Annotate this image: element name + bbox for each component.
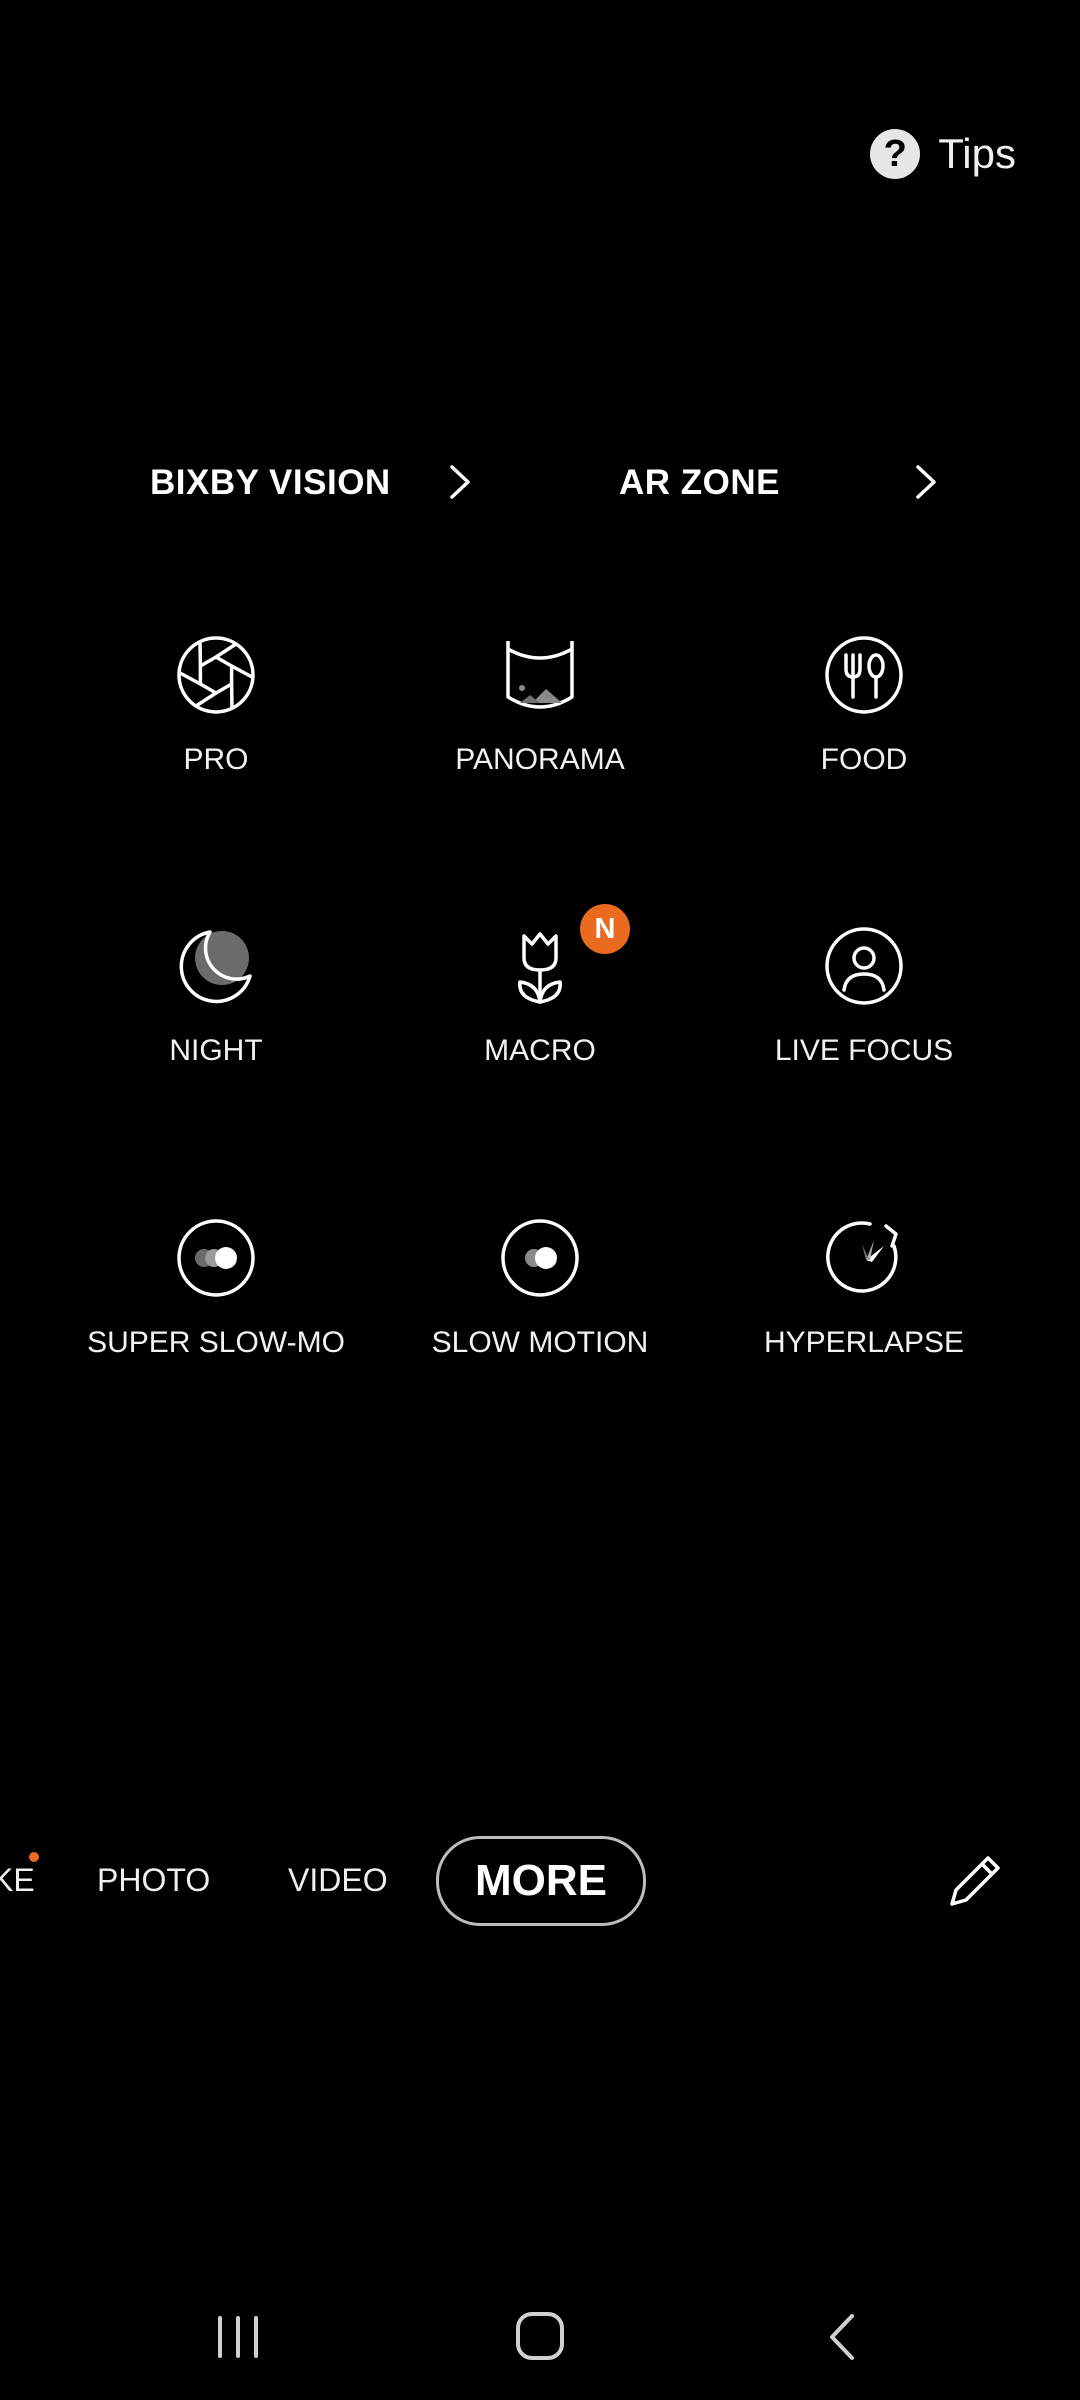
mode-super-slow-mo[interactable]: SUPER SLOW-MO xyxy=(66,1216,366,1416)
modebar-item-partial[interactable]: KE xyxy=(0,1836,40,1924)
hyperlapse-icon xyxy=(826,1221,898,1293)
mode-label: FOOD xyxy=(820,743,908,776)
mode-pro[interactable]: PRO xyxy=(66,633,366,833)
slow-motion-icon xyxy=(501,1219,579,1297)
help-circle-icon: ? xyxy=(870,129,921,179)
panorama-icon xyxy=(506,641,574,709)
mode-label: LIVE FOCUS xyxy=(774,1034,954,1067)
ar-zone-link[interactable]: AR ZONE xyxy=(619,448,939,518)
chevron-right-icon xyxy=(450,465,470,499)
modebar-item-video[interactable]: VIDEO xyxy=(288,1836,388,1924)
modebar-more-label: MORE xyxy=(475,1856,607,1905)
mode-slow-motion[interactable]: SLOW MOTION xyxy=(390,1216,690,1416)
mode-label: HYPERLAPSE xyxy=(763,1326,965,1359)
mode-food[interactable]: FOOD xyxy=(714,633,1014,833)
bixby-vision-link[interactable]: BIXBY VISION xyxy=(150,448,470,518)
modebar-photo-label: PHOTO xyxy=(97,1861,211,1898)
bixby-vision-label: BIXBY VISION xyxy=(150,463,391,502)
mode-label: MACRO xyxy=(484,1034,596,1067)
mode-label: SUPER SLOW-MO xyxy=(87,1326,345,1359)
new-badge: N xyxy=(580,904,630,954)
tips-button[interactable]: ? Tips xyxy=(870,118,1016,190)
chevron-right-icon xyxy=(916,465,936,499)
mode-panorama[interactable]: PANORAMA xyxy=(390,633,690,833)
modebar-item-more[interactable]: MORE xyxy=(436,1836,646,1926)
modebar-item-photo[interactable]: PHOTO xyxy=(97,1836,210,1924)
recents-icon[interactable] xyxy=(214,2314,264,2360)
moon-icon xyxy=(179,930,252,1004)
mode-label: NIGHT xyxy=(169,1034,263,1067)
mode-live-focus[interactable]: LIVE FOCUS xyxy=(714,924,1014,1124)
mode-hyperlapse[interactable]: HYPERLAPSE xyxy=(714,1216,1014,1416)
ar-zone-label: AR ZONE xyxy=(619,463,780,502)
pencil-icon[interactable] xyxy=(942,1848,1008,1914)
tips-label: Tips xyxy=(938,130,1016,177)
mode-label: SLOW MOTION xyxy=(431,1326,649,1359)
flower-icon xyxy=(518,932,562,1004)
modebar-video-label: VIDEO xyxy=(288,1861,388,1898)
new-indicator-dot xyxy=(29,1852,39,1862)
modebar-partial-label: KE xyxy=(0,1861,35,1898)
home-icon[interactable] xyxy=(514,2310,566,2362)
mode-label: PANORAMA xyxy=(455,743,625,776)
person-focus-icon xyxy=(825,927,903,1005)
mode-macro[interactable]: N MACRO xyxy=(390,904,690,1124)
mode-label: PRO xyxy=(183,743,249,776)
food-icon xyxy=(825,636,903,714)
back-icon[interactable] xyxy=(822,2312,862,2362)
super-slow-mo-icon xyxy=(177,1219,255,1297)
mode-night[interactable]: NIGHT xyxy=(66,924,366,1124)
aperture-icon xyxy=(177,636,255,714)
